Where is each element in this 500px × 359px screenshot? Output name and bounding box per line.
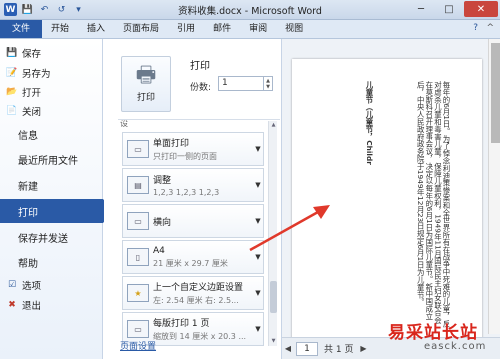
copies-spinner[interactable]: ▲ ▼	[264, 76, 273, 91]
chevron-down-icon: ▼	[255, 217, 261, 225]
maximize-button[interactable]: □	[436, 1, 462, 17]
options-icon: ☑	[7, 280, 17, 290]
settings-heading: 设	[120, 119, 128, 128]
print-preview: 儿童节（儿童节，Childr 每年的6月1日。为了悼念利迪策惨案和全世界所有在战…	[281, 39, 500, 359]
tab-insert[interactable]: 插入	[78, 20, 114, 38]
tab-references[interactable]: 引用	[168, 20, 204, 38]
nav-close[interactable]: 📄 关闭	[0, 103, 103, 119]
setting-sides[interactable]: ▭ 单面打印只打印一侧的页面 ▼	[122, 132, 264, 166]
setting-collate[interactable]: ▤ 调整 1,2,3 1,2,3 1,2,3 ▼	[122, 168, 264, 202]
tab-page-layout[interactable]: 页面布局	[114, 20, 168, 38]
print-button-label: 打印	[136, 93, 155, 103]
nav-open[interactable]: 📂 打开	[0, 84, 103, 100]
setting-pages-per-sheet-sub: 缩放到 14 厘米 x 20.3 ...	[153, 332, 247, 341]
preview-scrollbar[interactable]	[488, 39, 500, 334]
nav-help[interactable]: 帮助	[0, 251, 103, 273]
tab-file[interactable]: 文件	[0, 20, 42, 38]
preview-scrollbar-thumb[interactable]	[491, 43, 500, 143]
copies-label: 份数:	[190, 83, 212, 93]
paper-size-icon: ▯	[127, 248, 149, 266]
print-settings-list: 设 ▭ 单面打印只打印一侧的页面 ▼ ▤ 调整 1,2,3 1,2,3 1,2,3…	[118, 119, 280, 359]
chevron-down-icon: ▼	[255, 289, 261, 297]
tab-view[interactable]: 视图	[276, 20, 312, 38]
tab-mailings[interactable]: 邮件	[204, 20, 240, 38]
help-icon[interactable]: ?	[473, 23, 478, 33]
nav-save-as[interactable]: 📝 另存为	[0, 65, 103, 81]
watermark-logo-text: 易采站长站	[388, 323, 478, 343]
tab-home[interactable]: 开始	[42, 20, 78, 38]
collate-icon: ▤	[127, 176, 149, 194]
title-bar: W 💾 ↶ ↺ ▾ 资料收集.docx - Microsoft Word ─ □…	[0, 0, 500, 20]
setting-pages-per-sheet-title: 每版打印 1 页	[153, 319, 210, 329]
print-heading: 打印	[190, 61, 210, 72]
setting-orientation-title: 横向	[153, 217, 172, 228]
setting-orientation[interactable]: ▭ 横向 ▼	[122, 204, 264, 238]
scroll-up-icon[interactable]: ▲	[269, 121, 278, 130]
printer-icon: 🖶	[135, 63, 157, 88]
nav-new[interactable]: 新建	[0, 174, 103, 196]
nav-close-label: 关闭	[22, 107, 42, 118]
close-document-icon: 📄	[6, 106, 18, 116]
nav-exit[interactable]: ✖ 退出	[0, 297, 103, 313]
custom-margins-icon: ★	[127, 284, 149, 302]
nav-save[interactable]: 💾 保存	[0, 45, 103, 61]
chevron-down-icon: ▼	[255, 181, 261, 189]
exit-icon: ✖	[8, 300, 16, 310]
nav-options-label: 选项	[22, 281, 42, 292]
single-sided-icon: ▭	[127, 140, 149, 158]
close-button[interactable]: ✕	[464, 1, 498, 17]
backstage-nav: 💾 保存 📝 另存为 📂 打开 📄 关闭 信息 最近所用文件 新建 打印 保存并…	[0, 39, 113, 359]
setting-sides-title: 单面打印	[153, 139, 190, 149]
chevron-down-icon: ▼	[255, 325, 261, 333]
ribbon-tabs: 文件 开始 插入 页面布局 引用 邮件 审阅 视图 ^ ?	[0, 20, 500, 39]
save-as-icon: 📝	[6, 68, 18, 78]
nav-save-label: 保存	[22, 49, 42, 60]
setting-paper-size-title: A4	[153, 245, 165, 256]
landscape-icon: ▭	[127, 212, 149, 230]
current-page-input[interactable]: 1	[296, 341, 318, 356]
setting-collate-title: 调整	[153, 176, 172, 186]
scroll-down-icon[interactable]: ▼	[269, 337, 278, 346]
preview-heading-text: 儿童节（儿童节，Childr	[365, 81, 373, 165]
setting-margins-sub: 左: 2.54 厘米 右: 2.5...	[153, 296, 239, 305]
nav-exit-label: 退出	[22, 301, 42, 312]
print-button[interactable]: 🖶 打印	[121, 56, 171, 112]
chevron-down-icon: ▼	[255, 145, 261, 153]
minimize-button[interactable]: ─	[408, 1, 434, 17]
previous-page-icon[interactable]: ◀	[282, 344, 294, 353]
page-setup-link[interactable]: 页面设置	[120, 339, 156, 352]
scrollbar-thumb[interactable]	[270, 281, 277, 313]
setting-margins-title: 上一个自定义边距设置	[153, 283, 244, 293]
pages-per-sheet-icon: ▭	[127, 320, 149, 338]
setting-collate-sub: 1,2,3 1,2,3 1,2,3	[153, 188, 220, 197]
page-total: 共 1 页	[324, 345, 354, 355]
preview-body-text: 每年的6月1日。为了悼念利迪策惨案和全世界所有在战争中死难的儿童，反对虐杀儿童和…	[416, 81, 450, 328]
watermark-url: easck.com	[424, 341, 487, 352]
nav-save-and-send[interactable]: 保存并发送	[0, 226, 103, 248]
nav-options[interactable]: ☑ 选项	[0, 277, 103, 293]
open-folder-icon: 📂	[6, 87, 18, 97]
tab-review[interactable]: 审阅	[240, 20, 276, 38]
next-page-icon[interactable]: ▶	[357, 344, 369, 353]
setting-paper-size[interactable]: ▯ A4 21 厘米 x 29.7 厘米 ▼	[122, 240, 264, 274]
preview-page: 儿童节（儿童节，Childr 每年的6月1日。为了悼念利迪策惨案和全世界所有在战…	[292, 59, 482, 347]
setting-paper-size-sub: 21 厘米 x 29.7 厘米	[153, 258, 228, 268]
window-controls: ─ □ ✕	[408, 1, 498, 17]
copies-input[interactable]: 1	[218, 76, 264, 91]
save-icon: 💾	[6, 48, 18, 58]
nav-info[interactable]: 信息	[0, 123, 103, 145]
setting-margins[interactable]: ★ 上一个自定义边距设置 左: 2.54 厘米 右: 2.5... ▼	[122, 276, 264, 310]
nav-recent[interactable]: 最近所用文件	[0, 148, 103, 170]
print-panel: 🖶 打印 打印 份数: 1 ▲ ▼ 设 ▭ 单面打印 只打印一侧的页面 ▼ ▤ 调整…	[104, 39, 280, 359]
nav-save-as-label: 另存为	[22, 69, 51, 80]
setting-sides-sub: 只打印一侧的页面	[153, 152, 217, 161]
ribbon-minimize-icon[interactable]: ^	[486, 23, 494, 33]
nav-print[interactable]: 打印	[0, 199, 113, 223]
chevron-down-icon: ▼	[255, 253, 261, 261]
nav-open-label: 打开	[22, 88, 42, 99]
settings-scrollbar[interactable]: ▲ ▼	[268, 121, 277, 346]
